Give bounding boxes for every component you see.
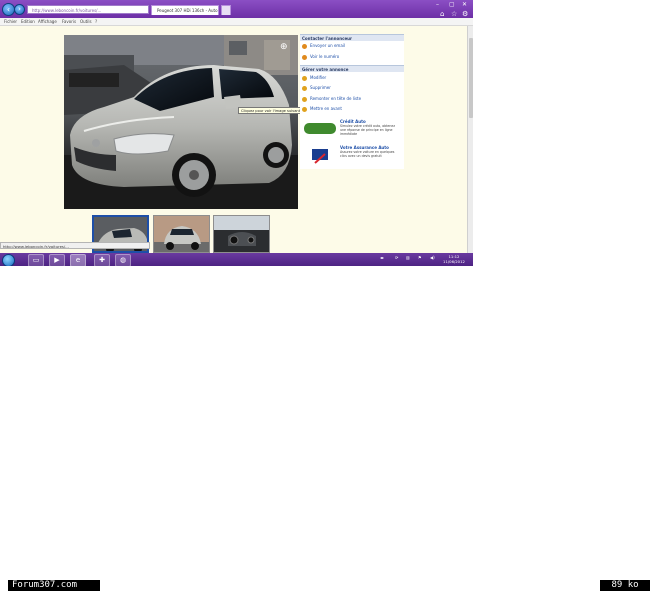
address-bar[interactable]: http://www.leboncoin.fr/voitures/... (27, 5, 149, 14)
vertical-scrollbar[interactable] (467, 26, 473, 253)
menu-tools[interactable]: Outils (80, 18, 92, 25)
home-icon[interactable]: ⌂ (440, 10, 444, 18)
bump-link-label: Remonter en tête de liste (310, 96, 362, 101)
pencil-icon (302, 75, 307, 81)
ad-credit-auto[interactable]: Crédit Auto Simulez votre crédit auto, o… (302, 118, 402, 140)
image-size-label: 89 ko (600, 580, 650, 591)
thumbnail-2[interactable] (153, 215, 210, 253)
star-icon (302, 106, 307, 112)
axa-logo-icon (312, 149, 328, 164)
menu-help[interactable]: ? (95, 18, 97, 25)
taskbar-clock[interactable]: 11:12 11/06/2012 (443, 254, 465, 264)
tools-gear-icon[interactable]: ⚙ (462, 10, 468, 18)
forward-button[interactable]: › (14, 4, 25, 15)
tray-sync-icon[interactable]: ⟳ (395, 255, 398, 260)
feature-link-label: Mettre en avant (310, 106, 342, 111)
close-button[interactable]: ✕ (462, 1, 467, 8)
modify-link[interactable]: Modifier (302, 74, 326, 82)
phone-link[interactable]: Voir le numéro (302, 53, 339, 61)
explorer-folder-icon[interactable]: ▭ (28, 254, 44, 266)
tray-network-icon[interactable]: ▥ (406, 255, 410, 260)
menu-favorites[interactable]: Favoris (62, 18, 76, 25)
status-bar: http://www.leboncoin.fr/voitures/... (0, 242, 150, 249)
phone-link-label: Voir le numéro (310, 54, 340, 59)
browser-taskbar-icon[interactable]: e (70, 254, 86, 266)
network-app-icon[interactable]: ✚ (94, 254, 110, 266)
ad-credit-text: Simulez votre crédit auto, obtenez une r… (340, 124, 396, 136)
browser-window: ‹ › http://www.leboncoin.fr/voitures/...… (0, 0, 473, 266)
tray-volume-icon[interactable]: ◀) (430, 255, 435, 260)
minimize-button[interactable]: – (436, 1, 439, 8)
menu-file[interactable]: Fichier (4, 18, 17, 25)
arrow-up-icon (302, 96, 307, 102)
scrollbar-thumb[interactable] (469, 38, 473, 118)
menu-bar: Fichier Edition Affichage Favoris Outils… (0, 18, 473, 26)
email-icon (302, 43, 307, 49)
menu-edit[interactable]: Edition (21, 18, 35, 25)
delete-link-label: Supprimer (310, 85, 331, 90)
favorites-star-icon[interactable]: ☆ (451, 10, 457, 18)
modify-link-label: Modifier (310, 75, 327, 80)
tooltip: Cliquez pour voir l'image suivante (238, 107, 306, 114)
thumbnail-3-image (214, 216, 269, 252)
globe-app-icon[interactable]: ◍ (115, 254, 131, 266)
trash-icon (302, 85, 307, 91)
tab-active[interactable]: Peugeot 307 HDi 136ch - Auto (151, 5, 219, 15)
car-photo-illustration (64, 35, 298, 209)
media-player-icon[interactable]: ▶ (49, 254, 65, 266)
credit-logo-icon (304, 123, 336, 134)
tab-new[interactable] (221, 5, 231, 15)
zoom-icon[interactable]: ⊕ (280, 42, 288, 52)
axa-slash-icon (314, 153, 326, 164)
email-link[interactable]: Envoyer un email (302, 42, 345, 50)
phone-icon (302, 54, 307, 60)
menu-view[interactable]: Affichage (38, 18, 57, 25)
maximize-button[interactable]: ▢ (449, 1, 455, 8)
tray-flag-icon[interactable]: ⚑ (418, 255, 422, 260)
contact-header: Contacter l'annonceur (300, 34, 404, 41)
taskbar: ▭ ▶ e ✚ ◍ ◂▸ ⟳ ▥ ⚑ ◀) 11:12 11/06/2012 (0, 253, 473, 266)
thumbnail-2-image (154, 216, 209, 252)
main-car-photo[interactable] (64, 35, 298, 209)
forum-watermark: Forum307.com (8, 580, 100, 591)
listing-sidebar: Contacter l'annonceur Envoyer un email V… (300, 34, 404, 169)
thumbnail-3[interactable] (213, 215, 270, 253)
start-button-icon[interactable] (2, 254, 15, 266)
feature-link[interactable]: Mettre en avant (302, 105, 342, 113)
bump-link[interactable]: Remonter en tête de liste (302, 95, 361, 103)
delete-link[interactable]: Supprimer (302, 84, 331, 92)
ad-insurance[interactable]: Votre Assurance Auto Assurez votre voitu… (302, 144, 402, 166)
manage-header: Gérer votre annonce (300, 65, 404, 72)
tray-arrows-icon[interactable]: ◂▸ (380, 255, 384, 260)
email-link-label: Envoyer un email (310, 43, 345, 48)
browser-chrome: ‹ › http://www.leboncoin.fr/voitures/...… (0, 0, 473, 18)
ad-insurance-text: Assurez votre voiture en quelques clics … (340, 150, 395, 158)
clock-date: 11/06/2012 (443, 259, 465, 264)
